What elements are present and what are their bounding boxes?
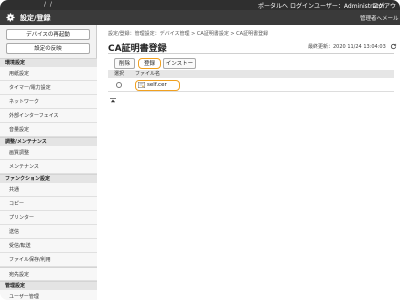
install-button[interactable]: インストール... [163,58,196,77]
sidebar-item-file-storage[interactable]: ファイル保存/利用 [0,253,97,267]
apply-settings-button[interactable]: 設定の反映 [6,43,90,54]
breadcrumb: 設定/登録：管理設定：デバイス管理 > CA証明書設定 > CA証明書登録 [108,31,269,37]
last-updated-text: 最終更新：2020 11/24 13:04:03 [308,44,386,50]
sidebar-item-paper[interactable]: 用紙設定 [0,67,97,81]
sidebar-item-destination[interactable]: 宛先設定 [0,267,97,281]
title-divider [108,53,394,54]
login-user-label: ログインユーザー：Administrator [290,3,385,10]
sidebar-item-network[interactable]: ネットワーク [0,95,97,109]
column-header-select: 選択 [114,71,125,77]
top-bar-separator: / / [44,1,53,8]
page-header: 設定/登録 管理者へメール [0,10,400,25]
sidebar-item-receive-forward[interactable]: 受信/転送 [0,239,97,253]
sidebar-heading: ファンクション設定 [0,174,97,183]
certificate-icon [138,82,145,88]
sidebar-item-copy[interactable]: コピー [0,197,97,211]
sidebar-item-common[interactable]: 共通 [0,183,97,197]
mail-admin-link[interactable]: 管理者へメール [360,14,399,22]
register-button[interactable]: 登録 [138,58,161,69]
file-name-link[interactable]: self.cer [147,82,167,88]
top-bar: / / ポータルへ ログインユーザー：Administrator ログアウト [0,0,400,19]
portal-link[interactable]: ポータルへ [258,1,288,10]
sidebar-heading: 環境設定 [0,58,97,67]
collapse-icon[interactable] [110,98,116,103]
refresh-icon[interactable] [390,43,397,50]
sidebar-heading: 管理設定 [0,281,97,290]
sidebar-item-volume[interactable]: 音量設定 [0,123,97,137]
column-header-filename: ファイル名 [135,71,161,77]
sidebar-heading: 調整/メンテナンス [0,137,97,146]
browser-frame: / / ポータルへ ログインユーザー：Administrator ログアウト 設… [0,0,400,300]
sidebar-item-external-interface[interactable]: 外部インターフェイス [0,109,97,123]
last-updated: 最終更新：2020 11/24 13:04:03 [308,43,397,50]
sidebar-item-printer[interactable]: プリンター [0,211,97,225]
table-header: 選択 ファイル名 [108,70,394,78]
sidebar-item-user-management[interactable]: ユーザー管理 [0,290,97,300]
sidebar-item-timer[interactable]: タイマー/電力設定 [0,81,97,95]
delete-button[interactable]: 削除 [114,58,135,69]
header-title: 設定/登録 [20,14,51,22]
gear-icon [6,13,15,22]
sidebar-menu: 環境設定 用紙設定 タイマー/電力設定 ネットワーク 外部インターフェイス 音量… [0,58,97,300]
restart-device-button[interactable]: デバイスの再起動 [6,29,90,40]
main-content: 設定/登録：管理設定：デバイス管理 > CA証明書設定 > CA証明書登録 CA… [98,25,400,300]
select-radio[interactable] [116,82,122,88]
sidebar: デバイスの再起動 設定の反映 環境設定 用紙設定 タイマー/電力設定 ネットワー… [0,25,97,300]
table-row: self.cer [108,79,394,92]
sidebar-item-send[interactable]: 送信 [0,225,97,239]
sidebar-item-maintenance[interactable]: メンテナンス [0,160,97,174]
sidebar-item-image-quality[interactable]: 画質調整 [0,146,97,160]
